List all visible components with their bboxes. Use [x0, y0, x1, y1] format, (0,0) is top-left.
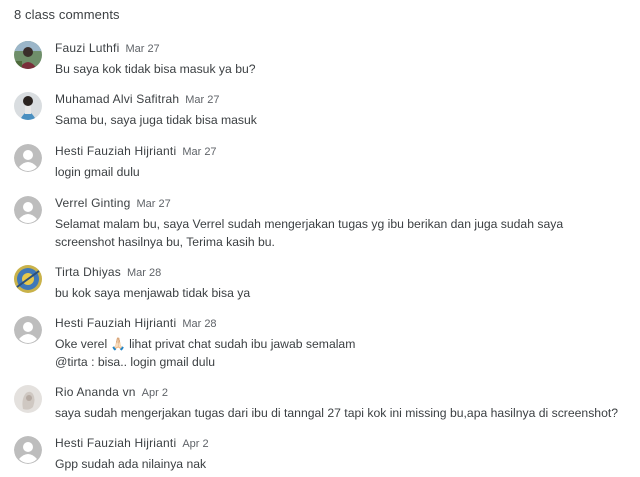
comment-text: saya sudah mengerjakan tugas dari ibu di…	[55, 406, 619, 420]
comment-item: Hesti Fauziah Hijrianti Apr 2 Gpp sudah a…	[0, 436, 640, 476]
comment-text: Bu saya kok tidak bisa masuk ya bu?	[55, 62, 256, 76]
comment-author[interactable]: Verrel Ginting	[55, 196, 131, 210]
user-avatar[interactable]	[14, 265, 42, 293]
comment-text: Sama bu, saya juga tidak bisa masuk	[55, 113, 257, 127]
user-avatar[interactable]	[14, 196, 42, 224]
comment-author[interactable]: Hesti Fauziah Hijrianti	[55, 436, 176, 450]
comment-text: Oke verel 🙏🏻 lihat privat chat sudah ibu…	[55, 337, 356, 369]
comment-text: bu kok saya menjawab tidak bisa ya	[55, 286, 251, 300]
comment-text: login gmail dulu	[55, 165, 140, 179]
comment-date: Mar 28	[126, 267, 162, 279]
comments-count-header: 8 class comments	[14, 7, 120, 22]
default-user-icon	[14, 436, 42, 464]
user-avatar[interactable]	[14, 316, 42, 344]
comment-item: Hesti Fauziah Hijrianti Mar 27 login gmai…	[0, 144, 640, 184]
comment-item: Fauzi Luthfi Mar 27 Bu saya kok tidak bis…	[0, 41, 640, 81]
comment-author[interactable]: Hesti Fauziah Hijrianti	[55, 316, 176, 330]
comment-author[interactable]: Hesti Fauziah Hijrianti	[55, 144, 176, 158]
default-user-icon	[14, 144, 42, 172]
user-avatar[interactable]	[14, 436, 42, 464]
user-avatar[interactable]	[14, 41, 42, 69]
user-avatar[interactable]	[14, 385, 42, 413]
photo-icon	[14, 41, 42, 69]
comment-item: Muhamad Alvi Safitrah Mar 27 Sama bu, say…	[0, 92, 640, 132]
photo-icon	[14, 265, 42, 293]
comment-author[interactable]: Muhamad Alvi Safitrah	[55, 92, 179, 106]
comment-item: Verrel Ginting Mar 27 Selamat malam bu, s…	[0, 196, 640, 254]
comment-date: Mar 27	[182, 146, 217, 158]
comment-item: Rio Ananda vn Apr 2 saya sudah mengerjaka…	[0, 385, 640, 425]
user-avatar[interactable]	[14, 144, 42, 172]
user-avatar[interactable]	[14, 92, 42, 120]
default-user-icon	[14, 196, 42, 224]
comment-text: Selamat malam bu, saya Verrel sudah meng…	[55, 217, 564, 249]
comment-date: Mar 28	[182, 318, 217, 330]
comment-author[interactable]: Rio Ananda vn	[55, 385, 136, 399]
comment-text: Gpp sudah ada nilainya nak	[55, 457, 207, 471]
comment-author[interactable]: Tirta Dhiyas	[55, 265, 121, 279]
photo-icon	[14, 385, 42, 413]
comment-date: Apr 2	[141, 387, 168, 399]
comment-item: Tirta Dhiyas Mar 28 bu kok saya menjawab …	[0, 265, 640, 305]
comment-date: Mar 27	[185, 94, 220, 106]
comment-date: Mar 27	[136, 198, 171, 210]
comment-item: Hesti Fauziah Hijrianti Mar 28 Oke verel …	[0, 316, 640, 374]
comment-author[interactable]: Fauzi Luthfi	[55, 41, 119, 55]
default-user-icon	[14, 316, 42, 344]
photo-icon	[14, 92, 42, 120]
comment-date: Apr 2	[182, 438, 209, 450]
comment-date: Mar 27	[125, 43, 160, 55]
